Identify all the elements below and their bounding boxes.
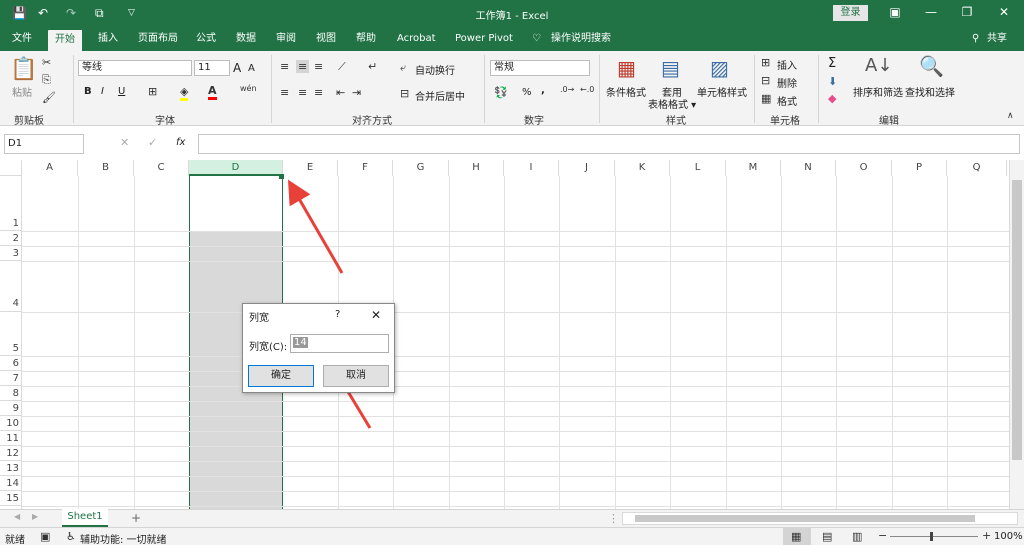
zoom-level[interactable]: 100% (994, 531, 1023, 542)
zoom-slider[interactable] (890, 536, 978, 537)
accessibility-icon[interactable]: ♿ (66, 530, 76, 543)
sheet-tab-sheet1[interactable]: Sheet1 (62, 509, 108, 527)
column-width-value: 14 (293, 337, 308, 348)
accessibility-status[interactable]: 辅助功能: 一切就绪 (80, 531, 167, 546)
sheet-options-icon[interactable]: ⋮ (608, 512, 619, 525)
dialog-title: 列宽 (249, 313, 269, 324)
column-width-input[interactable]: 14 (290, 334, 389, 353)
cancel-button[interactable]: 取消 (323, 365, 389, 387)
help-button[interactable]: ? (335, 309, 340, 320)
status-ready: 就绪 (5, 535, 25, 546)
horizontal-scrollbar[interactable] (622, 512, 1018, 525)
sheet-tab-bar: ◀ ▶ Sheet1 + ⋮ (0, 509, 1024, 527)
ok-button[interactable]: 确定 (248, 365, 314, 387)
new-sheet-button[interactable]: + (131, 511, 141, 525)
status-bar: 就绪 ▣ ♿ 辅助功能: 一切就绪 ▦ ▤ ▥ − + 100% (0, 527, 1024, 546)
horizontal-scroll-thumb[interactable] (635, 515, 975, 522)
macro-record-icon[interactable]: ▣ (40, 530, 50, 543)
zoom-out-icon[interactable]: − (878, 529, 887, 542)
page-layout-view-icon[interactable]: ▤ (822, 530, 832, 543)
column-width-label: 列宽(C): (249, 342, 288, 353)
prev-sheet-icon[interactable]: ◀ (14, 512, 20, 521)
page-break-view-icon[interactable]: ▥ (852, 530, 862, 543)
next-sheet-icon[interactable]: ▶ (32, 512, 38, 521)
normal-view-icon: ▦ (791, 530, 802, 543)
zoom-slider-thumb[interactable] (930, 532, 933, 541)
zoom-in-icon[interactable]: + (982, 529, 991, 542)
column-width-dialog: 列宽 ? ✕ 列宽(C): 14 确定 取消 (242, 303, 395, 393)
dialog-close-button[interactable]: ✕ (371, 308, 381, 322)
annotation-arrows (287, 179, 372, 429)
arrow-to-column-border (287, 179, 344, 274)
